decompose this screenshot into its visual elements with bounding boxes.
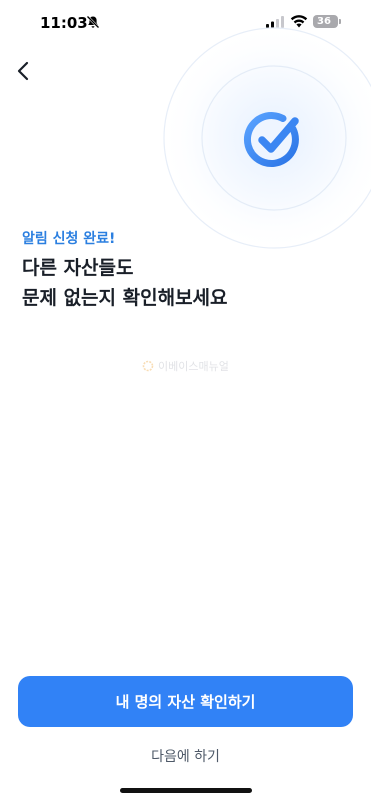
chevron-left-icon [17,61,29,81]
page-title-line-1: 다른 자산들도 [22,257,134,279]
check-circle-icon [243,112,299,168]
status-time: 11:03 [40,14,88,32]
check-my-assets-button[interactable]: 내 명의 자산 확인하기 [18,676,353,727]
completion-label: 알림 신청 완료! [22,231,116,247]
bell-slash-icon [86,15,100,29]
later-button[interactable]: 다음에 하기 [0,746,371,766]
page-title-line-2: 문제 없는지 확인해보세요 [22,287,228,309]
watermark-logo-icon [142,360,154,372]
watermark-text: 이베이스매뉴얼 [158,360,229,373]
page-title: 다른 자산들도 문제 없는지 확인해보세요 [22,253,228,313]
watermark: 이베이스매뉴얼 [142,358,229,374]
back-button[interactable] [10,58,36,84]
home-indicator [120,788,252,793]
